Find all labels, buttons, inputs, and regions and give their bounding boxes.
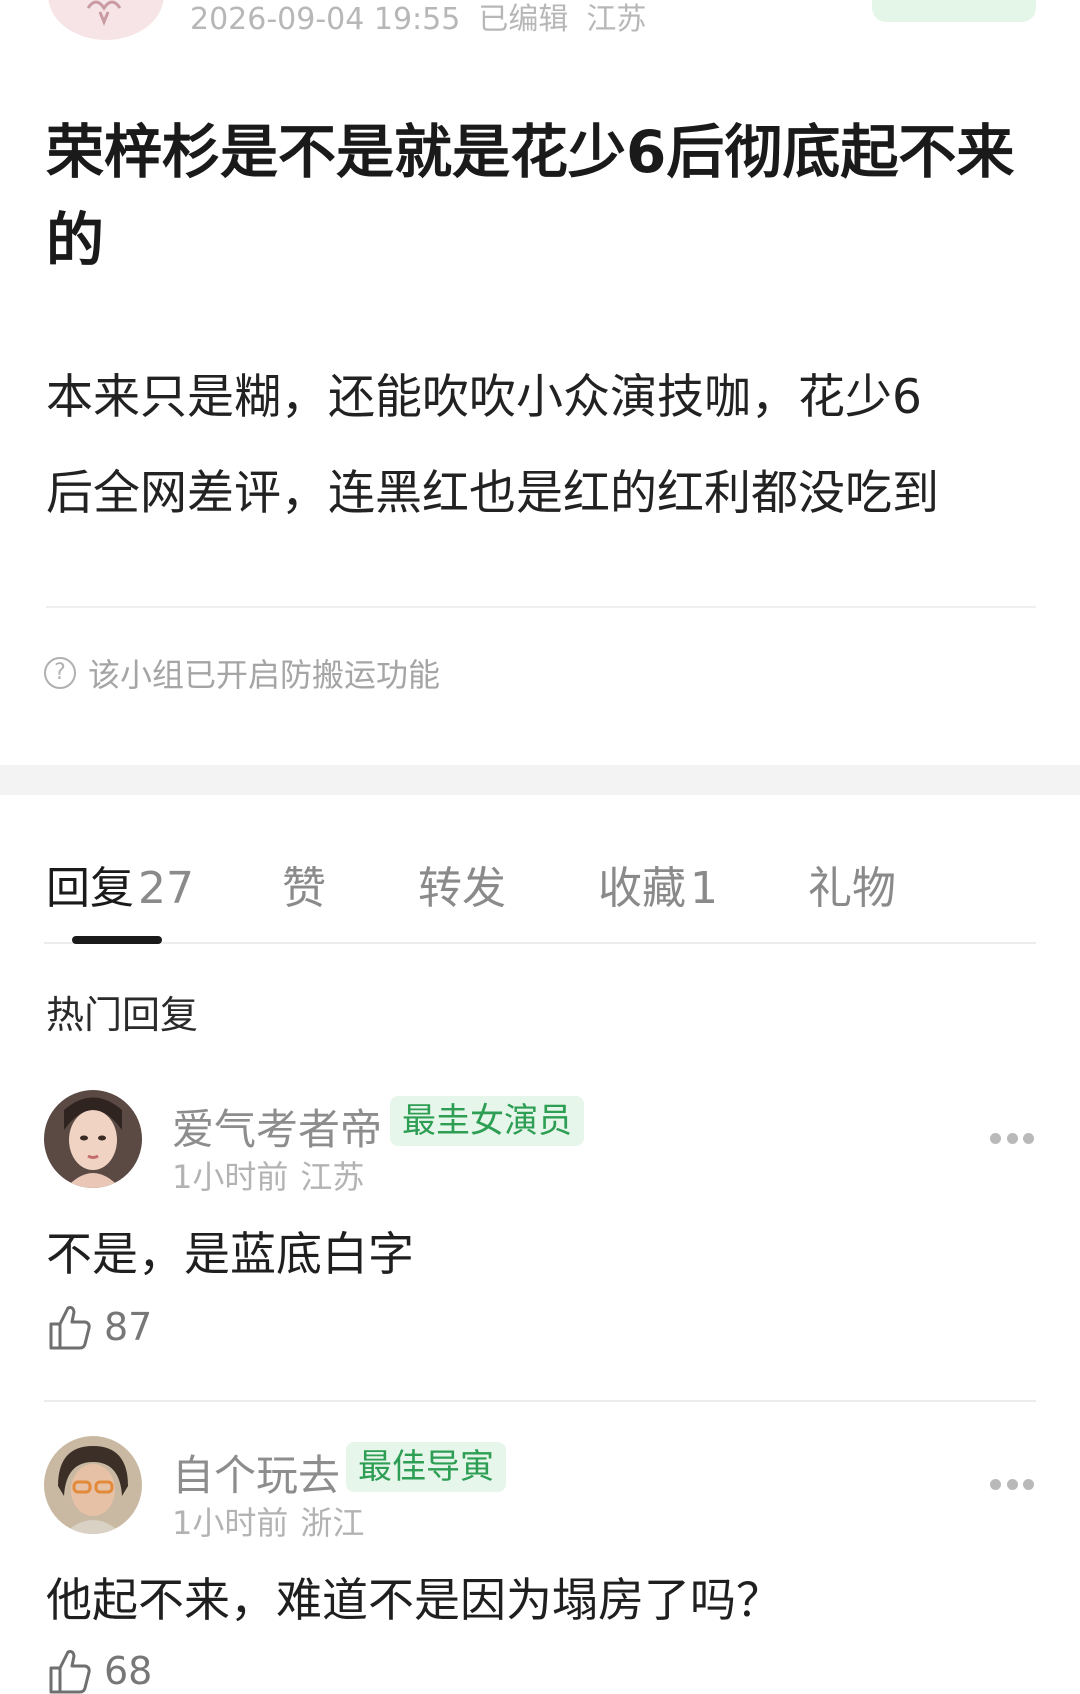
post-location: 江苏	[586, 2, 647, 37]
reply-location: 浙江	[300, 1504, 365, 1542]
reply-time: 1小时前	[172, 1158, 289, 1196]
post-timestamp: 2026-09-04 19:55	[190, 2, 461, 37]
tab-favorites[interactable]: 收藏1	[598, 852, 718, 916]
user-title-badge: 最圭女演员	[390, 1096, 584, 1146]
thumbs-up-icon	[49, 1650, 91, 1694]
reply-text: 他起不来，难道不是因为塌房了吗？	[46, 1573, 782, 1627]
post-title: 荣梓杉是不是就是花少6后彻底起不来的	[46, 118, 1015, 274]
user-photo-icon	[44, 1436, 142, 1534]
reply-meta: 1小时前 江苏	[172, 1152, 376, 1198]
tab-replies[interactable]: 回复27	[46, 852, 194, 916]
reply-text: 不是，是蓝底白字	[46, 1227, 414, 1281]
thumbs-up-icon	[49, 1306, 91, 1350]
reply-username[interactable]: 爱气考者帝	[172, 1096, 382, 1157]
tab-label: 礼物	[808, 863, 896, 914]
question-icon: ?	[44, 657, 76, 689]
like-count: 87	[104, 1305, 153, 1349]
more-options-icon[interactable]	[990, 1479, 1034, 1493]
tab-count: 27	[138, 863, 194, 914]
divider	[46, 606, 1036, 608]
tabs-divider	[44, 942, 1036, 944]
post-body-line: 后全网差评，连黑红也是红的红利都没吃到	[46, 466, 939, 521]
like-button[interactable]: 68	[48, 1648, 152, 1694]
tab-gifts[interactable]: 礼物	[808, 852, 896, 916]
user-title-badge: 最佳导寅	[346, 1442, 506, 1492]
section-separator	[0, 765, 1080, 795]
post-edited-label: 已编辑	[478, 2, 569, 37]
tab-label: 赞	[282, 863, 326, 914]
author-avatar[interactable]	[48, 0, 164, 40]
like-button[interactable]: 87	[48, 1304, 152, 1350]
reply-time: 1小时前	[172, 1504, 289, 1542]
avatar[interactable]	[44, 1090, 142, 1188]
more-options-icon[interactable]	[990, 1133, 1034, 1147]
follow-button[interactable]	[872, 0, 1036, 22]
post-body: 本来只是糊，还能吹吹小众演技咖，花少6 后全网差评，连黑红也是红的红利都没吃到	[46, 350, 1036, 542]
tab-reposts[interactable]: 转发	[418, 852, 506, 916]
reply-meta: 1小时前 浙江	[172, 1498, 376, 1544]
user-photo-icon	[44, 1090, 142, 1188]
post-meta: 2026-09-04 19:55 已编辑 江苏	[190, 0, 664, 38]
post-body-line: 本来只是糊，还能吹吹小众演技咖，花少6	[46, 370, 922, 425]
hot-replies-heading: 热门回复	[46, 993, 199, 1037]
like-count: 68	[104, 1649, 153, 1693]
reply-divider	[44, 1400, 1036, 1402]
reply-location: 江苏	[300, 1158, 365, 1196]
reply-username[interactable]: 自个玩去	[172, 1442, 340, 1503]
notice-text: 该小组已开启防搬运功能	[88, 656, 441, 694]
tab-label: 收藏	[598, 863, 686, 914]
tab-label: 回复	[46, 863, 134, 914]
avatar[interactable]	[44, 1436, 142, 1534]
tab-label: 转发	[418, 863, 506, 914]
anti-repost-notice[interactable]: ? 该小组已开启防搬运功能	[44, 650, 440, 696]
active-tab-indicator	[72, 936, 162, 944]
avatar-sketch-icon	[86, 0, 122, 27]
tab-count: 1	[690, 863, 718, 914]
tab-likes[interactable]: 赞	[282, 852, 326, 916]
